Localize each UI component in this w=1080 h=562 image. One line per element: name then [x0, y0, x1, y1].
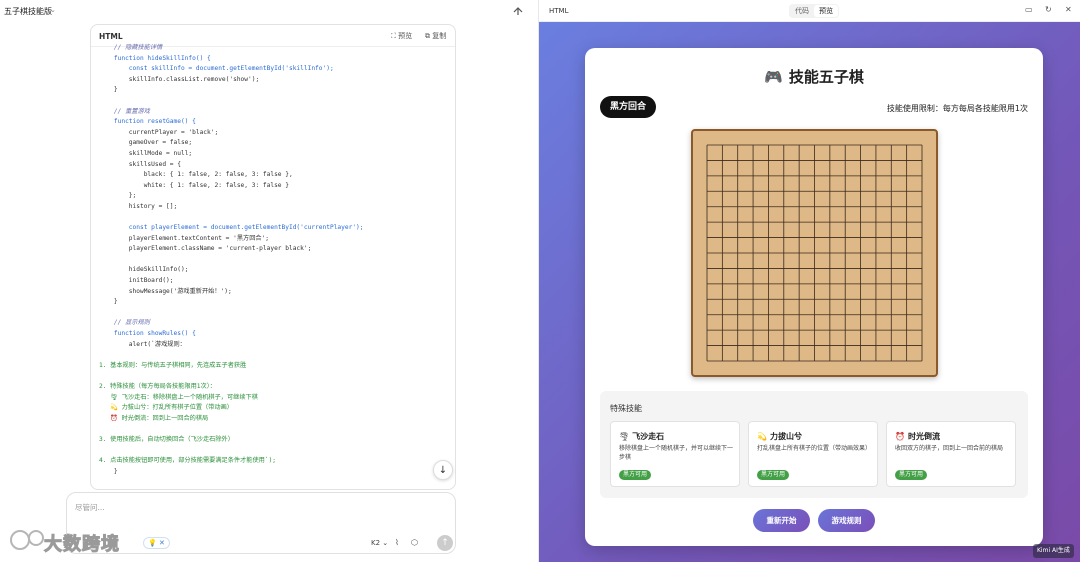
code-line: 🌪 飞沙走石：移除棋盘上一个随机棋子，可继续下棋 — [99, 393, 258, 401]
code-line: 💫 力拔山兮：打乱所有棋子位置（带动画） — [99, 404, 233, 412]
tool-chip[interactable]: 💡 ✕ — [143, 537, 170, 549]
code-line: white: { 1: false, 2: false, 3: false } — [99, 181, 289, 189]
code-line: skillMode = null; — [99, 149, 193, 157]
skill-status-badge: 黑方可用 — [757, 470, 790, 480]
code-block: HTML ⛶ 预览 ⧉ 复制 // 隐藏技能详情 function hideSk… — [90, 24, 456, 490]
share-icon[interactable] — [512, 5, 524, 17]
chat-panel: 五子棋技能版 ⌄ HTML ⛶ 预览 ⧉ 复制 // 隐藏技能详情 functi… — [0, 0, 538, 562]
code-line: } — [99, 86, 118, 94]
code-content: // 隐藏技能详情 function hideSkillInfo() { con… — [99, 43, 455, 477]
skill-limit-text: 技能使用限制：每方每局各技能限用1次 — [886, 104, 1028, 113]
arrow-down-icon: ↓ — [438, 465, 448, 476]
code-line: // 重置游戏 — [99, 107, 150, 115]
skill-description: 移除棋盘上一个随机棋子，并可以继续下一步棋 — [619, 445, 734, 461]
code-line: }; — [99, 192, 137, 200]
code-line: // 显示规则 — [99, 319, 150, 327]
code-line: function hideSkillInfo() { — [99, 54, 211, 62]
code-line: gameOver = false; — [99, 139, 193, 147]
chevron-down-icon[interactable]: ⌄ — [50, 6, 56, 14]
gamepad-icon: 🎮 — [764, 68, 783, 86]
code-line: // 隐藏技能详情 — [99, 44, 163, 51]
arrow-up-icon: ↑ — [441, 538, 449, 548]
code-language-label: HTML — [99, 32, 123, 41]
code-line: playerElement.className = 'current-playe… — [99, 245, 312, 253]
code-line: } — [99, 298, 118, 306]
board-grid[interactable] — [693, 131, 936, 375]
skill-card-sandstorm[interactable]: 🌪 飞沙走石 移除棋盘上一个随机棋子，并可以继续下一步棋 黑方可用 — [610, 421, 740, 487]
tornado-icon: 🌪 — [619, 432, 630, 441]
preview-canvas: 🎮 技能五子棋 黑方回合 技能使用限制：每方每局各技能限用1次 特殊技能 🌪 飞沙走… — [539, 22, 1080, 562]
chat-topbar: 五子棋技能版 ⌄ — [0, 0, 538, 22]
skill-name: 💫 力拔山兮 — [757, 432, 802, 441]
game-title: 🎮 技能五子棋 — [764, 68, 864, 86]
code-line: showMessage('游戏重新开始！'); — [99, 287, 232, 295]
skills-panel: 特殊技能 🌪 飞沙走石 移除棋盘上一个随机棋子，并可以继续下一步棋 黑方可用 💫 力… — [600, 391, 1028, 498]
code-line: function resetGame() { — [99, 118, 196, 126]
skills-heading: 特殊技能 — [610, 404, 642, 413]
code-line: 4. 点击技能按钮即可使用，部分技能需要满足条件才能使用`); — [99, 457, 277, 465]
copy-button[interactable]: ⧉ 复制 — [425, 31, 446, 41]
code-line: ⏰ 时光倒流：回到上一回合的棋局 — [99, 414, 209, 422]
scroll-down-button[interactable]: ↓ — [433, 460, 453, 480]
device-icon[interactable]: ▭ — [1025, 5, 1033, 14]
code-line: alert(`游戏规则： — [99, 340, 186, 348]
code-line: playerElement.textContent = '黑方回合'; — [99, 234, 270, 242]
skill-name: ⏰ 时光倒流 — [895, 432, 940, 441]
watermark-text: 大数跨境 — [44, 534, 120, 556]
close-icon[interactable]: ✕ — [1065, 5, 1072, 14]
model-select[interactable]: K2 ⌄ — [371, 539, 388, 547]
preview-button[interactable]: ⛶ 预览 — [391, 31, 412, 41]
chat-input[interactable] — [75, 499, 445, 515]
code-line: black: { 1: false, 2: false, 3: false }, — [99, 171, 293, 179]
code-line: } — [99, 467, 118, 475]
code-line: const skillInfo = document.getElementByI… — [99, 65, 334, 73]
current-player-badge: 黑方回合 — [600, 96, 657, 118]
skill-description: 收回双方的棋子，回到上一回合前的棋局 — [895, 445, 1004, 452]
lightbulb-icon: 💡 — [148, 539, 159, 547]
code-line: initBoard(); — [99, 277, 174, 285]
refresh-icon[interactable]: ↻ — [1045, 5, 1052, 14]
tab-code[interactable]: 代码 — [790, 5, 814, 17]
send-button[interactable]: ↑ — [437, 535, 453, 551]
code-line: hideSkillInfo(); — [99, 266, 189, 274]
skill-description: 打乱棋盘上所有棋子的位置（带动画效果） — [757, 445, 872, 452]
view-toggle: 代码 预览 — [789, 4, 839, 18]
sparkle-icon: 💫 — [757, 432, 767, 441]
code-line: history = []; — [99, 202, 178, 210]
app-title[interactable]: 五子棋技能版 — [4, 6, 52, 17]
skill-name: 🌪 飞沙走石 — [619, 432, 665, 441]
code-line: currentPlayer = 'black'; — [99, 128, 219, 136]
preview-language-label: HTML — [549, 7, 569, 15]
code-line: skillsUsed = { — [99, 160, 181, 168]
skill-status-badge: 黑方可用 — [895, 470, 928, 480]
restart-button[interactable]: 重新开始 — [753, 509, 810, 532]
rules-button[interactable]: 游戏规则 — [818, 509, 875, 532]
preview-topbar: HTML 代码 预览 ▭ ↻ ✕ — [539, 0, 1080, 22]
code-line: skillInfo.classList.remove('show'); — [99, 75, 260, 83]
code-line: const playerElement = document.getElemen… — [99, 224, 364, 232]
preview-panel: HTML 代码 预览 ▭ ↻ ✕ 🎮 技能五子棋 黑方回合 技能使用限制：每方每局… — [538, 0, 1080, 562]
cube-icon[interactable]: ⬡ — [411, 538, 418, 547]
paperclip-icon[interactable]: ⌇ — [395, 538, 399, 547]
kimi-generated-tag: Kimi AI生成 — [1033, 544, 1074, 558]
gomoku-board[interactable] — [691, 129, 938, 377]
skill-status-badge: 黑方可用 — [619, 470, 652, 480]
skill-card-rewind[interactable]: ⏰ 时光倒流 收回双方的棋子，回到上一回合前的棋局 黑方可用 — [886, 421, 1016, 487]
code-line: 1. 基本规则：与传统五子棋相同，先连成五子者获胜 — [99, 361, 247, 369]
game-container: 🎮 技能五子棋 黑方回合 技能使用限制：每方每局各技能限用1次 特殊技能 🌪 飞沙走… — [585, 48, 1043, 546]
code-line: 2. 特殊技能（每方每局各技能限用1次）： — [99, 383, 216, 390]
code-line: 3. 使用技能后，自动切换回合（飞沙走石除外） — [99, 435, 234, 443]
tab-preview[interactable]: 预览 — [814, 5, 838, 17]
alarm-clock-icon: ⏰ — [895, 432, 905, 441]
skill-card-mountain[interactable]: 💫 力拔山兮 打乱棋盘上所有棋子的位置（带动画效果） 黑方可用 — [748, 421, 878, 487]
code-line: function showRules() { — [99, 330, 196, 338]
